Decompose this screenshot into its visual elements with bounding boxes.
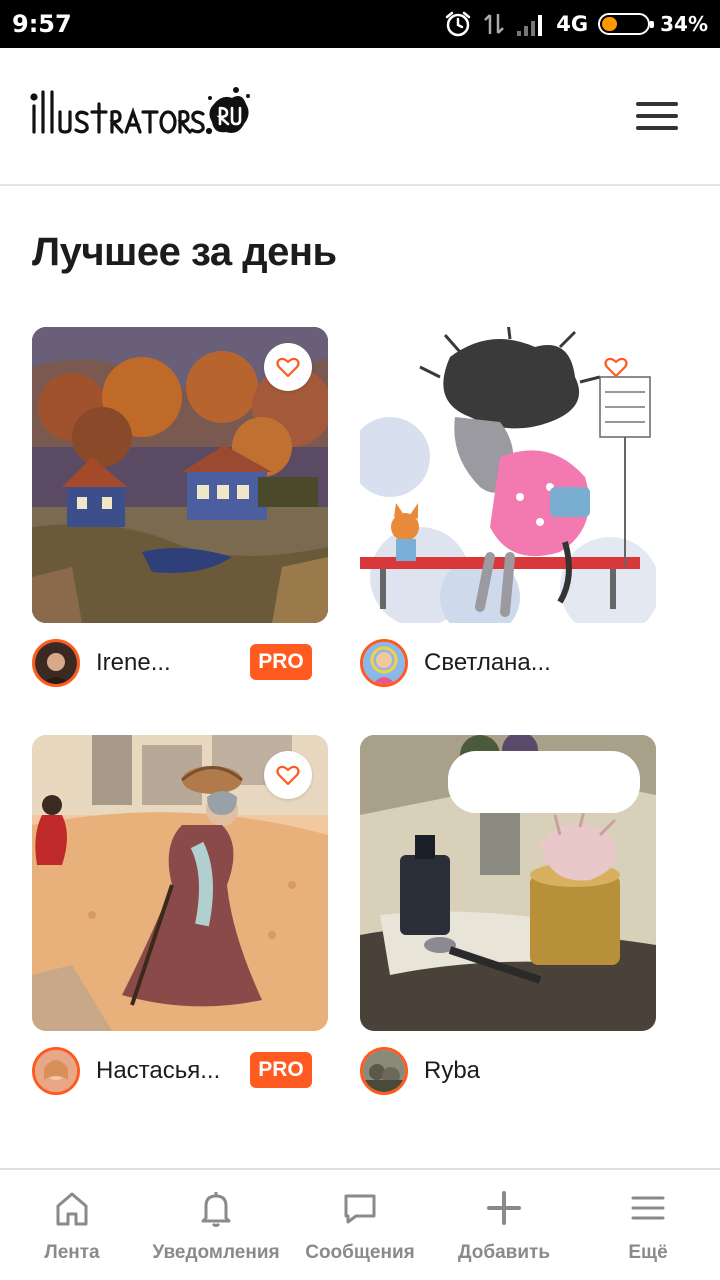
battery-icon — [598, 13, 655, 35]
status-time: 9:57 — [12, 10, 72, 38]
heart-icon — [276, 357, 300, 378]
nav-label: Сообщения — [305, 1242, 415, 1263]
status-icons: 4G 34% — [444, 8, 708, 40]
artwork-image[interactable] — [32, 327, 328, 623]
plus-icon — [487, 1191, 521, 1225]
chat-icon — [344, 1194, 376, 1224]
nav-add[interactable]: Добавить — [432, 1170, 576, 1280]
app-screen: 9:57 4G 34% Лучшее за день Irene... PRO … — [0, 0, 720, 1280]
avatar[interactable] — [32, 1047, 80, 1095]
artwork-image[interactable] — [32, 735, 328, 1031]
avatar[interactable] — [360, 639, 408, 687]
author-row[interactable]: Ryba — [360, 1047, 656, 1097]
heart-icon — [276, 765, 300, 786]
like-button[interactable] — [264, 343, 312, 391]
bell-icon — [201, 1192, 231, 1227]
like-button[interactable] — [592, 343, 640, 391]
home-icon — [56, 1192, 88, 1226]
network-type: 4G — [556, 12, 589, 36]
app-header — [0, 48, 720, 186]
author-name[interactable]: Irene... — [96, 649, 171, 677]
artwork-image[interactable] — [360, 327, 656, 623]
author-row[interactable]: Настасья... PRO — [32, 1047, 328, 1097]
status-bar: 9:57 4G 34% — [0, 0, 720, 48]
nav-label: Ещё — [628, 1242, 668, 1263]
author-name[interactable]: Ryba — [424, 1057, 480, 1085]
nav-messages[interactable]: Сообщения — [288, 1170, 432, 1280]
menu-icon — [631, 1196, 665, 1220]
author-row[interactable]: Светлана... — [360, 639, 656, 689]
author-name[interactable]: Светлана... — [424, 649, 551, 677]
avatar[interactable] — [32, 639, 80, 687]
data-arrows-icon — [484, 14, 505, 34]
alarm-icon — [446, 11, 471, 37]
like-button[interactable] — [264, 751, 312, 799]
author-row[interactable]: Irene... PRO — [32, 639, 328, 689]
bottom-navigation: Лента Уведомления Сообщения Добавить Ещё — [0, 1168, 720, 1280]
pro-badge: PRO — [250, 1052, 312, 1088]
battery-percent: 34% — [660, 12, 708, 36]
menu-button[interactable] — [632, 98, 682, 134]
nav-notifications[interactable]: Уведомления — [144, 1170, 288, 1280]
avatar[interactable] — [360, 1047, 408, 1095]
nav-label: Лента — [44, 1242, 100, 1263]
nav-label: Уведомления — [152, 1242, 280, 1263]
site-logo[interactable] — [30, 84, 250, 142]
author-name[interactable]: Настасья... — [96, 1057, 220, 1085]
artwork-image[interactable] — [360, 735, 656, 1031]
image-overlay-pill — [448, 751, 640, 813]
nav-more[interactable]: Ещё — [576, 1170, 720, 1280]
nav-label: Добавить — [457, 1242, 551, 1263]
signal-icon — [517, 15, 543, 36]
pro-badge: PRO — [250, 644, 312, 680]
nav-feed[interactable]: Лента — [0, 1170, 144, 1280]
heart-icon — [604, 357, 628, 378]
section-title: Лучшее за день — [32, 230, 337, 274]
